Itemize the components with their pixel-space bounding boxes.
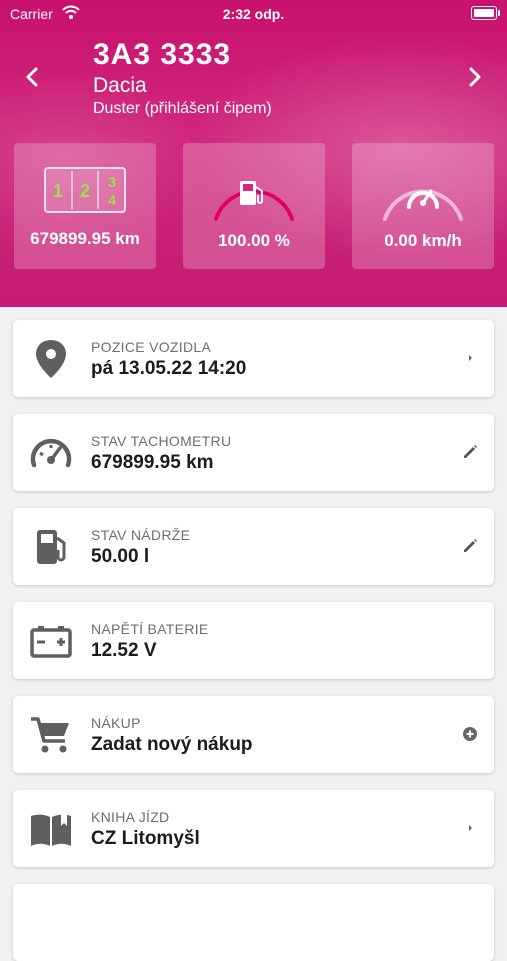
vehicle-make: Dacia (93, 74, 147, 97)
fuel-percent-value: 100.00 % (218, 231, 290, 250)
location-pin-icon (36, 340, 66, 378)
new-purchase-card[interactable]: NÁKUP Zadat nový nákup (13, 696, 494, 773)
odometer-tile: 1 2 3 4 679899.95 km (14, 143, 156, 269)
fuel-gauge (214, 181, 294, 221)
status-bar: Carrier 2:32 odp. (0, 0, 507, 28)
gear-display-icon: 1 2 3 4 (44, 167, 126, 213)
gear-digit-4: 4 (108, 192, 116, 208)
card-label: NÁKUP (91, 715, 141, 731)
card-value: 50.00 l (91, 546, 150, 567)
card-value: CZ Litomyšl (91, 828, 200, 849)
card-value: pá 13.05.22 14:20 (91, 358, 247, 379)
card-label: POZICE VOZIDLA (91, 339, 212, 355)
speed-gauge (383, 189, 463, 221)
chevron-right-icon[interactable] (460, 348, 480, 368)
gear-digit-2: 2 (80, 181, 90, 201)
speed-value: 0.00 km/h (384, 231, 462, 250)
card-value: 12.52 V (91, 640, 157, 661)
card-label: NAPĚTÍ BATERIE (91, 621, 209, 637)
pencil-icon[interactable] (460, 536, 480, 556)
card-label: STAV NÁDRŽE (91, 527, 191, 543)
gear-digit-3: 3 (108, 174, 116, 190)
card-label: STAV TACHOMETRU (91, 433, 232, 449)
fuel-tank-card[interactable]: STAV NÁDRŽE 50.00 l (13, 508, 494, 585)
next-vehicle-button[interactable] (459, 62, 489, 92)
book-icon (31, 814, 71, 846)
next-card-partial[interactable] (13, 884, 494, 961)
previous-vehicle-button[interactable] (18, 62, 48, 92)
clock: 2:32 odp. (222, 6, 285, 22)
card-value: Zadat nový nákup (91, 734, 253, 755)
speed-tile: 0.00 km/h (352, 143, 494, 269)
vehicle-plate: 3A3 3333 (93, 38, 232, 71)
vehicle-header: Carrier 2:32 odp. 3A3 3333 Dacia Duster … (0, 0, 507, 307)
card-value: 679899.95 km (91, 452, 214, 473)
card-label: KNIHA JÍZD (91, 809, 170, 825)
fuel-pump-icon (37, 530, 66, 564)
battery-icon (30, 626, 72, 658)
logbook-card[interactable]: KNIHA JÍZD CZ Litomyšl (13, 790, 494, 867)
vehicle-position-card[interactable]: POZICE VOZIDLA pá 13.05.22 14:20 (13, 320, 494, 397)
fuel-tile: 100.00 % (183, 143, 325, 269)
pencil-icon[interactable] (460, 442, 480, 462)
chevron-right-icon[interactable] (460, 818, 480, 838)
add-circle-icon[interactable] (460, 724, 480, 744)
battery-status-icon (471, 6, 500, 20)
odometer-card[interactable]: STAV TACHOMETRU 679899.95 km (13, 414, 494, 491)
vehicle-model: Duster (přihlášení čipem) (93, 100, 272, 117)
battery-voltage-card[interactable]: NAPĚTÍ BATERIE 12.52 V (13, 602, 494, 679)
gear-digit-1: 1 (53, 181, 63, 201)
odometer-value: 679899.95 km (30, 229, 140, 248)
shopping-cart-icon (31, 717, 69, 753)
speedometer-icon (30, 438, 72, 468)
